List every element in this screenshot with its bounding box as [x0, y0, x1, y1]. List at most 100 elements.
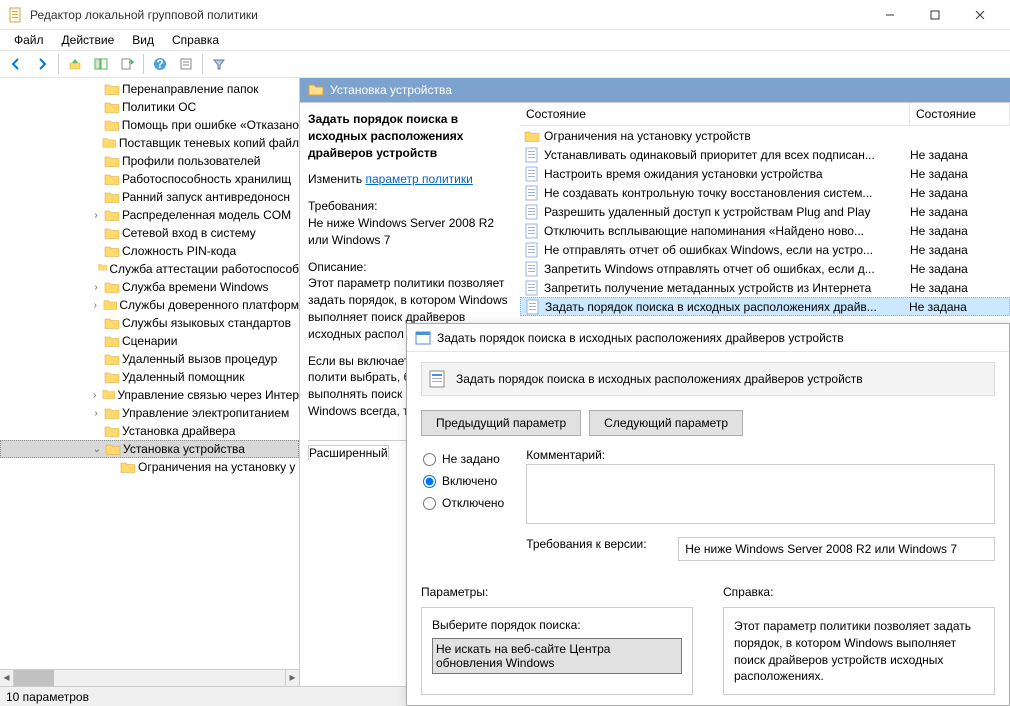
- horizontal-scrollbar[interactable]: ◂ ▸: [0, 669, 299, 686]
- policy-title: Задать порядок поиска в исходных располо…: [308, 111, 512, 161]
- folder-icon: [104, 333, 120, 349]
- radio-not-configured[interactable]: Не задано: [423, 452, 504, 466]
- list-row[interactable]: Не создавать контрольную точку восстанов…: [520, 183, 1010, 202]
- menu-bar: Файл Действие Вид Справка: [0, 30, 1010, 50]
- tree-item[interactable]: ⌄ Установка устройства: [0, 440, 299, 458]
- tree-item[interactable]: ›Распределенная модель COM: [0, 206, 299, 224]
- tree-item[interactable]: Политики ОС: [0, 98, 299, 116]
- tree-item[interactable]: Помощь при ошибке «Отказано: [0, 116, 299, 134]
- export-list-button[interactable]: [115, 53, 139, 75]
- list-row-state: Не задана: [910, 205, 1010, 219]
- list-row[interactable]: Запретить получение метаданных устройств…: [520, 278, 1010, 297]
- folder-icon: [120, 459, 136, 475]
- tree-item[interactable]: › Управление электропитанием: [0, 404, 299, 422]
- folder-icon: [102, 387, 116, 403]
- policy-icon: [524, 147, 540, 163]
- tree-item[interactable]: Ограничения на установку у: [0, 458, 299, 476]
- list-row[interactable]: Отключить всплывающие напоминания «Найде…: [520, 221, 1010, 240]
- list-header: Состояние Состояние: [520, 103, 1010, 126]
- minimize-button[interactable]: [867, 0, 912, 30]
- tree-item[interactable]: Удаленный вызов процедур: [0, 350, 299, 368]
- list-row[interactable]: Разрешить удаленный доступ к устройствам…: [520, 202, 1010, 221]
- svg-text:?: ?: [156, 57, 163, 71]
- tree-item-label: Управление электропитанием: [122, 406, 289, 420]
- filter-button[interactable]: [207, 53, 231, 75]
- dialog-icon: [415, 330, 431, 346]
- expand-icon[interactable]: ›: [88, 300, 103, 311]
- properties-button[interactable]: [174, 53, 198, 75]
- dialog-titlebar: Задать порядок поиска в исходных располо…: [407, 324, 1009, 352]
- list-row-state: Не задана: [909, 300, 1009, 314]
- expand-icon[interactable]: ›: [88, 390, 102, 401]
- edit-policy-link[interactable]: параметр политики: [365, 172, 472, 186]
- expand-icon[interactable]: ›: [88, 210, 104, 221]
- state-radios: Не задано Включено Отключено: [421, 448, 506, 561]
- tree-item[interactable]: Сценарии: [0, 332, 299, 350]
- tree-item-label: Установка устройства: [123, 442, 245, 456]
- radio-enabled[interactable]: Включено: [423, 474, 504, 488]
- tree-item[interactable]: Поставщик теневых копий файл: [0, 134, 299, 152]
- tree-item[interactable]: ›Служба времени Windows: [0, 278, 299, 296]
- back-button[interactable]: [4, 53, 28, 75]
- show-hide-tree-button[interactable]: [89, 53, 113, 75]
- toolbar-separator: [143, 54, 144, 74]
- folder-icon: [104, 189, 120, 205]
- forward-button[interactable]: [30, 53, 54, 75]
- tree-item-label: Удаленный вызов процедур: [122, 352, 277, 366]
- list-row[interactable]: Не отправлять отчет об ошибках Windows, …: [520, 240, 1010, 259]
- details-header-title: Установка устройства: [330, 83, 452, 97]
- list-row[interactable]: Ограничения на установку устройств: [520, 126, 1010, 145]
- tree-item-label: Служба аттестации работоспособ: [109, 262, 299, 276]
- tree-item[interactable]: Службы языковых стандартов: [0, 314, 299, 332]
- menu-help[interactable]: Справка: [164, 31, 227, 49]
- tree-pane: Перенаправление папок Политики ОС Помощь п…: [0, 78, 300, 686]
- search-order-select[interactable]: Не искать на веб-сайте Центра обновления…: [432, 638, 682, 674]
- up-button[interactable]: [63, 53, 87, 75]
- tree-item[interactable]: Профили пользователей: [0, 152, 299, 170]
- tree-item-label: Сценарии: [122, 334, 177, 348]
- tree-item[interactable]: Сложность PIN-кода: [0, 242, 299, 260]
- folder-icon: [104, 99, 120, 115]
- description-label: Описание:: [308, 259, 512, 276]
- menu-action[interactable]: Действие: [54, 31, 123, 49]
- tree-item-label: Политики ОС: [122, 100, 196, 114]
- tree-view[interactable]: Перенаправление папок Политики ОС Помощь п…: [0, 78, 299, 686]
- tree-item-label: Службы языковых стандартов: [122, 316, 291, 330]
- column-state[interactable]: Состояние: [910, 103, 1010, 125]
- close-button[interactable]: [957, 0, 1002, 30]
- expand-icon[interactable]: ⌄: [89, 444, 105, 455]
- tree-item[interactable]: ›Управление связью через Интер: [0, 386, 299, 404]
- folder-icon: [104, 225, 120, 241]
- menu-file[interactable]: Файл: [6, 31, 52, 49]
- tree-item[interactable]: Установка драйвера: [0, 422, 299, 440]
- list-row[interactable]: Задать порядок поиска в исходных располо…: [520, 297, 1010, 316]
- folder-icon: [102, 135, 116, 151]
- list-row[interactable]: Настроить время ожидания установки устро…: [520, 164, 1010, 183]
- next-setting-button[interactable]: Следующий параметр: [589, 410, 743, 436]
- tree-item[interactable]: Перенаправление папок: [0, 80, 299, 98]
- radio-disabled[interactable]: Отключено: [423, 496, 504, 510]
- tree-item[interactable]: Сетевой вход в систему: [0, 224, 299, 242]
- list-row[interactable]: Запретить Windows отправлять отчет об ош…: [520, 259, 1010, 278]
- help-button[interactable]: ?: [148, 53, 172, 75]
- expand-icon[interactable]: ›: [88, 282, 104, 293]
- tree-item[interactable]: Служба аттестации работоспособ: [0, 260, 299, 278]
- tree-item[interactable]: Ранний запуск антивредоносн: [0, 188, 299, 206]
- folder-icon: [104, 315, 120, 331]
- list-row[interactable]: Устанавливать одинаковый приоритет для в…: [520, 145, 1010, 164]
- comment-textarea[interactable]: [526, 464, 995, 524]
- dialog-title: Задать порядок поиска в исходных располо…: [437, 331, 844, 345]
- previous-setting-button[interactable]: Предыдущий параметр: [421, 410, 581, 436]
- tree-item[interactable]: ›Службы доверенного платформ: [0, 296, 299, 314]
- requirements-text: Не ниже Windows Server 2008 R2 или Windo…: [308, 215, 512, 249]
- menu-view[interactable]: Вид: [124, 31, 162, 49]
- tree-item[interactable]: Удаленный помощник: [0, 368, 299, 386]
- folder-icon: [104, 423, 120, 439]
- list-row-state: Не задана: [910, 281, 1010, 295]
- maximize-button[interactable]: [912, 0, 957, 30]
- column-name[interactable]: Состояние: [520, 103, 910, 125]
- tree-item[interactable]: Работоспособность хранилищ: [0, 170, 299, 188]
- tab-extended[interactable]: Расширенный: [308, 445, 389, 460]
- expand-icon[interactable]: ›: [88, 408, 104, 419]
- list-row-state: Не задана: [910, 262, 1010, 276]
